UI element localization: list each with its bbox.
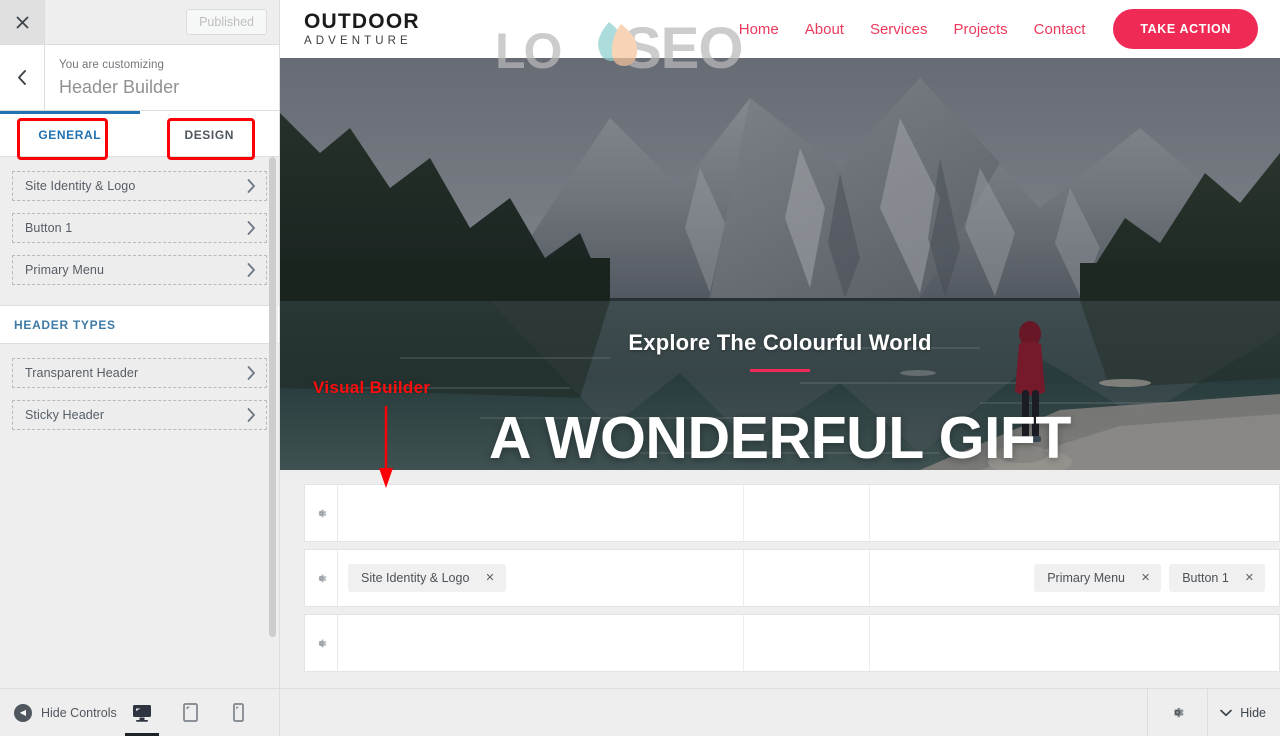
logo-line-1: OUTDOOR [304,9,420,33]
hide-controls-button[interactable]: ◀ Hide Controls [0,703,129,722]
nav-link-services[interactable]: Services [870,21,928,38]
sidebar-item-sticky-header[interactable]: Sticky Header [12,400,267,430]
take-action-button[interactable]: TAKE ACTION [1113,9,1258,49]
customizer-topbar: Published [0,0,279,45]
chevron-down-icon [1220,706,1233,720]
nav-link-contact[interactable]: Contact [1034,21,1086,38]
sidebar-item-label: Sticky Header [25,408,105,422]
remove-icon[interactable]: ✕ [1141,572,1150,584]
chevron-right-icon [247,366,256,380]
sidebar-scrollbar-thumb[interactable] [269,157,276,637]
builder-cell-row1-left[interactable] [338,485,744,541]
section-label-header-types: HEADER TYPES [0,305,279,344]
gear-icon[interactable] [305,485,338,541]
publish-button[interactable]: Published [186,9,267,35]
primary-menu: Home About Services Projects Contact [739,21,1086,38]
sidebar-item-primary-menu[interactable]: Primary Menu [12,255,267,285]
sidebar-item-site-identity-logo[interactable]: Site Identity & Logo [12,171,267,201]
builder-cell-row1-center[interactable] [744,485,870,541]
preview-bottom-bar: Hide [280,688,1280,736]
builder-cell-row3-left[interactable] [338,615,744,671]
site-logo[interactable]: OUTDOOR ADVENTURE [304,9,420,47]
customizer-panel: Published You are customizing Header Bui… [0,0,280,736]
hero-title: A WONDERFUL GIFT [489,405,1071,470]
hide-preview-button[interactable]: Hide [1207,689,1280,736]
collapse-arrow-icon: ◀ [14,703,32,722]
builder-settings-gear-button[interactable] [1147,689,1207,736]
sidebar-item-transparent-header[interactable]: Transparent Header [12,358,267,388]
customizer-section-header: You are customizing Header Builder [0,45,279,111]
builder-row-above-header [304,484,1280,542]
customizer-body: Site Identity & Logo Button 1 Primary Me… [0,157,279,688]
builder-chip-label: Primary Menu [1047,571,1125,585]
customizer-app: Published You are customizing Header Bui… [0,0,1280,736]
nav-link-about[interactable]: About [805,21,844,38]
sidebar-item-label: Primary Menu [25,263,104,277]
page-title: Header Builder [59,77,180,97]
section-header-text: You are customizing Header Builder [45,45,279,110]
general-items-group: Site Identity & Logo Button 1 Primary Me… [0,157,279,305]
builder-row-below-header [304,614,1280,672]
builder-chip-button-1[interactable]: Button 1 ✕ [1169,564,1265,592]
builder-chip-site-identity-logo[interactable]: Site Identity & Logo ✕ [348,564,506,592]
tab-general[interactable]: GENERAL [0,111,140,156]
sidebar-scrollbar[interactable] [269,157,278,688]
header-types-group: Transparent Header Sticky Header [0,344,279,450]
tab-design[interactable]: DESIGN [139,111,279,156]
preview-area: OUTDOOR ADVENTURE Home About Services Pr… [280,0,1280,736]
builder-cell-row1-right[interactable] [870,485,1279,541]
chevron-left-icon[interactable] [0,45,45,110]
sidebar-item-button-1[interactable]: Button 1 [12,213,267,243]
hide-controls-label: Hide Controls [41,705,117,720]
hero-subtitle: Explore The Colourful World [628,330,932,355]
builder-cell-row2-right[interactable]: Primary Menu ✕ Button 1 ✕ [870,550,1279,606]
nav-link-home[interactable]: Home [739,21,779,38]
sidebar-item-label: Site Identity & Logo [25,179,136,193]
chevron-right-icon [247,408,256,422]
gear-icon[interactable] [305,550,338,606]
hero-divider [750,369,810,372]
builder-chip-label: Button 1 [1182,571,1229,585]
device-desktop-button[interactable] [125,698,159,736]
builder-cell-row3-right[interactable] [870,615,1279,671]
builder-cell-row3-center[interactable] [744,615,870,671]
close-icon[interactable] [0,0,45,44]
remove-icon[interactable]: ✕ [485,572,494,584]
chevron-right-icon [247,263,256,277]
device-mobile-button[interactable] [225,698,251,728]
customizer-tabs: GENERAL DESIGN [0,111,279,157]
builder-row-primary-header: Site Identity & Logo ✕ Primary Menu ✕ Bu… [304,549,1280,607]
site-header: OUTDOOR ADVENTURE Home About Services Pr… [280,0,1280,58]
header-builder-grid: Site Identity & Logo ✕ Primary Menu ✕ Bu… [280,470,1280,672]
builder-cell-row2-left[interactable]: Site Identity & Logo ✕ [338,550,744,606]
gear-icon[interactable] [305,615,338,671]
logo-line-2: ADVENTURE [304,34,412,47]
sidebar-item-label: Transparent Header [25,366,139,380]
hide-preview-label: Hide [1240,705,1266,720]
builder-chip-label: Site Identity & Logo [361,571,470,585]
device-tablet-button[interactable] [177,698,203,728]
customizing-eyebrow: You are customizing [59,59,165,71]
remove-icon[interactable]: ✕ [1245,572,1254,584]
sidebar-item-label: Button 1 [25,221,73,235]
chevron-right-icon [247,179,256,193]
nav-link-projects[interactable]: Projects [953,21,1007,38]
customizer-bottom-bar: ◀ Hide Controls [0,688,279,736]
chevron-right-icon [247,221,256,235]
builder-chip-primary-menu[interactable]: Primary Menu ✕ [1034,564,1162,592]
device-preview-switcher [125,698,279,736]
builder-cell-row2-center[interactable] [744,550,870,606]
hero-section: Explore The Colourful World A WONDERFUL … [280,58,1280,470]
